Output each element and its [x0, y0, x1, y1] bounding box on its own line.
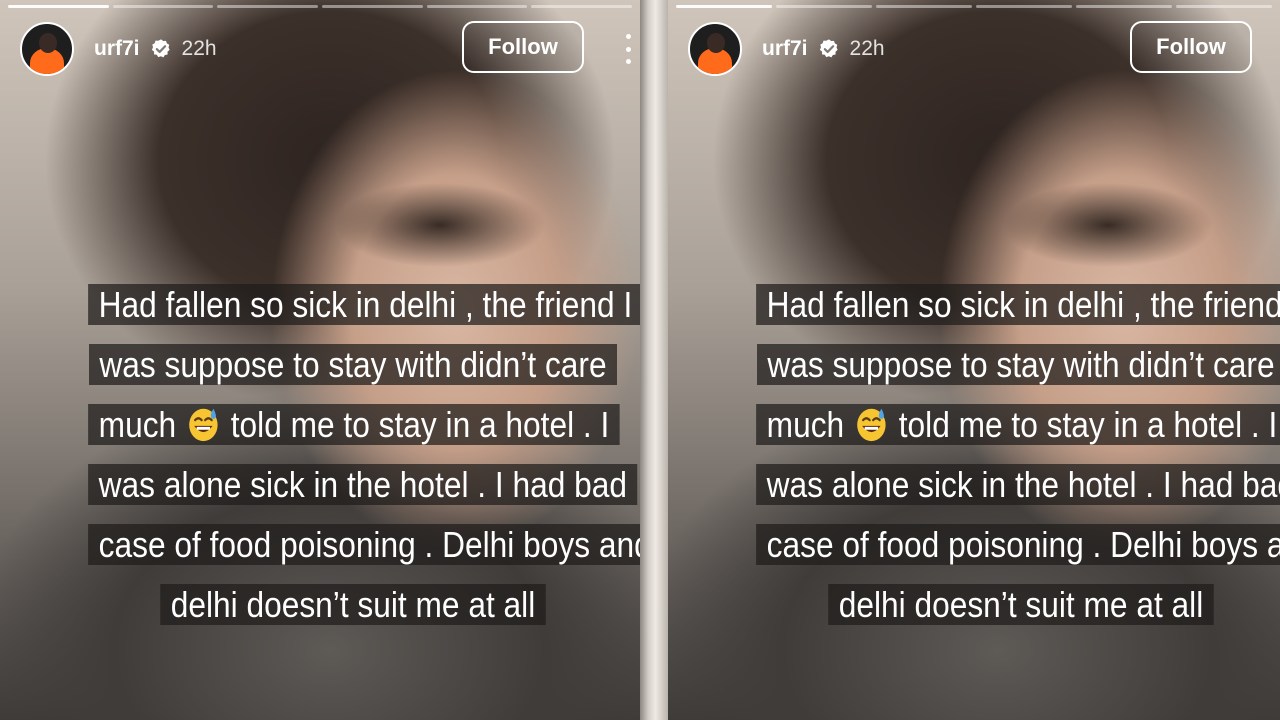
caption-line: Had fallen so sick in delhi , the friend…	[88, 275, 640, 335]
more-options-icon[interactable]	[618, 34, 638, 64]
progress-segment	[976, 5, 1072, 8]
progress-segment	[776, 5, 872, 8]
progress-segment	[322, 5, 423, 8]
progress-segment	[676, 5, 772, 8]
caption-line: case of food poisoning . Delhi boys and	[756, 515, 1280, 575]
post-time: 22h	[181, 37, 217, 60]
follow-button[interactable]: Follow	[1130, 21, 1252, 73]
caption-line: was suppose to stay with didn’t care	[88, 335, 618, 395]
story-panel-left: urf7i 22h Follow Had fallen so sick in d…	[0, 0, 640, 720]
progress-segment	[1176, 5, 1272, 8]
progress-segment	[876, 5, 972, 8]
caption-line: Had fallen so sick in delhi , the friend…	[756, 275, 1280, 335]
post-time: 22h	[849, 37, 885, 60]
caption-line: much told me to stay in a hotel . I	[756, 395, 1280, 455]
sweat-smile-emoji-icon	[857, 408, 886, 442]
story-caption: Had fallen so sick in delhi , the friend…	[720, 275, 1280, 635]
caption-line: case of food poisoning . Delhi boys and	[88, 515, 640, 575]
caption-line: much told me to stay in a hotel . I	[88, 395, 620, 455]
story-header: urf7i 22h Follow	[20, 21, 631, 77]
progress-segment	[112, 5, 214, 8]
avatar[interactable]	[688, 22, 742, 76]
progress-segment	[1076, 5, 1172, 8]
verified-badge-icon	[819, 39, 838, 58]
username[interactable]: urf7i	[762, 37, 808, 61]
story-panel-right: urf7i 22h Follow Had fallen so sick in d…	[668, 0, 1280, 720]
caption-line: delhi doesn’t suit me at all	[88, 575, 618, 635]
avatar[interactable]	[20, 22, 74, 76]
progress-segment	[217, 5, 319, 8]
caption-line: was alone sick in the hotel . I had bad	[756, 455, 1280, 515]
follow-button[interactable]: Follow	[462, 21, 584, 73]
panel-divider	[640, 0, 668, 720]
story-progress-bar	[8, 5, 633, 8]
story-progress-bar	[676, 5, 1272, 8]
progress-segment	[531, 5, 633, 8]
verified-badge-icon	[151, 39, 170, 58]
progress-segment	[426, 5, 528, 8]
username[interactable]: urf7i	[94, 37, 140, 61]
avatar-head	[39, 33, 57, 53]
caption-line: was suppose to stay with didn’t care	[756, 335, 1280, 395]
progress-segment	[8, 5, 109, 8]
avatar-head	[707, 33, 725, 53]
story-caption: Had fallen so sick in delhi , the friend…	[52, 275, 640, 635]
caption-line: was alone sick in the hotel . I had bad	[88, 455, 638, 515]
story-header: urf7i 22h Follow	[688, 21, 1266, 77]
caption-line: delhi doesn’t suit me at all	[756, 575, 1280, 635]
sweat-smile-emoji-icon	[189, 408, 218, 442]
